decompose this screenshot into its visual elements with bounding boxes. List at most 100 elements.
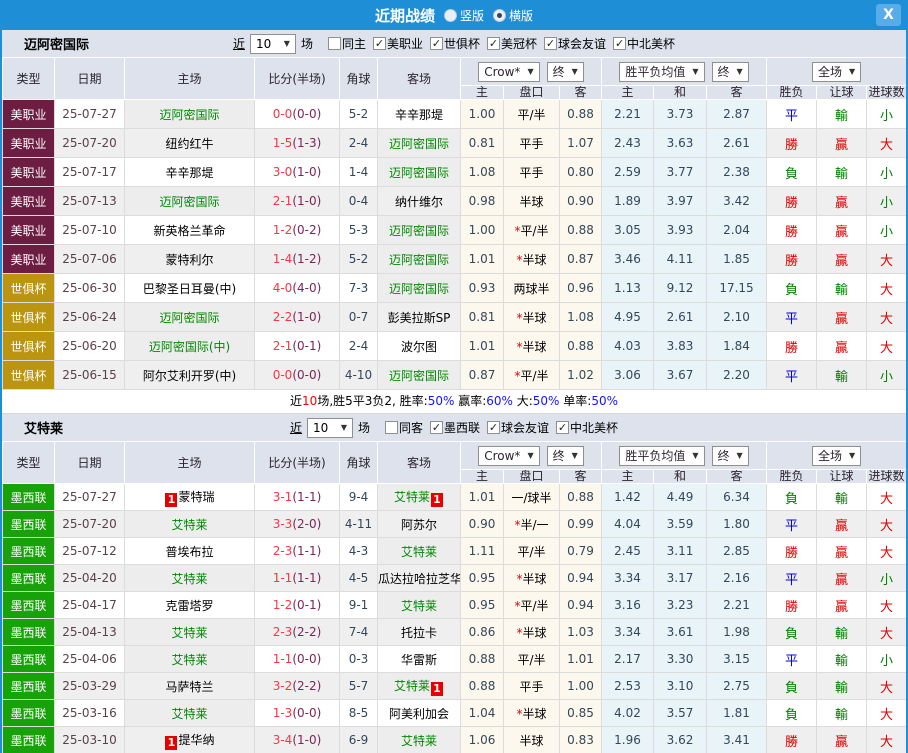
filter-checkbox-同客[interactable]: 同客 [385, 419, 423, 436]
match-date: 25-04-17 [55, 592, 125, 619]
filter-checkbox-中北美杯[interactable]: ✓中北美杯 [613, 35, 675, 52]
match-score: 3-0(1-0) [255, 158, 340, 187]
near-link[interactable]: 近 [233, 35, 245, 52]
wdl-time-select[interactable]: 终▼ [712, 62, 749, 82]
handicap-star: * [516, 253, 522, 267]
team-name: 迈阿密国际 [24, 34, 89, 53]
away-team: 迈阿密国际 [378, 361, 461, 390]
halftime-score: (1-1) [292, 571, 321, 585]
wdl-avg-select[interactable]: 胜平负均值▼ [619, 446, 704, 466]
away-team: 迈阿密国际 [378, 274, 461, 303]
layout-vertical-radio[interactable]: 竖版 [444, 7, 484, 24]
halftime-score: (4-0) [292, 281, 321, 295]
sub-col-handicap-line: 盘口 [504, 470, 560, 484]
fulltime-score: 1-2 [273, 598, 293, 612]
avg-draw-odds: 3.77 [654, 158, 707, 187]
home-team: 艾特莱 [125, 511, 255, 538]
filter-checkbox-美冠杯[interactable]: ✓美冠杯 [487, 35, 537, 52]
match-date: 25-04-20 [55, 565, 125, 592]
handicap-home-odds: 0.93 [461, 274, 504, 303]
team-label: 普埃布拉 [165, 545, 213, 559]
sub-col-handicap-line: 盘口 [504, 86, 560, 100]
close-button[interactable]: X [876, 4, 901, 26]
avg-away-odds: 2.20 [707, 361, 767, 390]
match-count-select[interactable]: 10 ▼ [307, 418, 353, 438]
handicap-line: *半/一 [504, 511, 560, 538]
result-wdl: 負 [767, 673, 817, 700]
filter-checkbox-世俱杯[interactable]: ✓世俱杯 [430, 35, 480, 52]
team-label: 托拉卡 [401, 626, 437, 640]
handicap-line: 两球半 [504, 274, 560, 303]
summary-part: 50% [533, 394, 560, 408]
fulltime-score: 2-3 [273, 544, 293, 558]
filter-bar: 迈阿密国际 近 10 ▼ 场 同主✓美职业✓世俱杯✓美冠杯✓球会友谊✓中北美杯 [2, 30, 906, 57]
odds-time-select[interactable]: 终▼ [547, 62, 584, 82]
result-wdl: 平 [767, 646, 817, 673]
odds-time-select[interactable]: 终▼ [547, 446, 584, 466]
avg-home-odds: 4.04 [602, 511, 654, 538]
corner-score: 2-4 [340, 332, 378, 361]
matches-table: 类型 日期 主场 比分(半场) 角球 客场 Crow*▼ 终▼ 胜平负均 [2, 57, 907, 390]
fulltime-score: 0-0 [273, 368, 293, 382]
handicap-home-odds: 0.95 [461, 592, 504, 619]
filter-controls: 近 10 ▼ 场 同主✓美职业✓世俱杯✓美冠杯✓球会友谊✓中北美杯 [233, 34, 675, 54]
filter-checkbox-墨西联[interactable]: ✓墨西联 [430, 419, 480, 436]
halftime-score: (0-2) [292, 223, 321, 237]
filter-checkbox-中北美杯[interactable]: ✓中北美杯 [556, 419, 618, 436]
match-date: 25-07-17 [55, 158, 125, 187]
filter-checkbox-球会友谊[interactable]: ✓球会友谊 [544, 35, 606, 52]
away-team: 艾特莱 [378, 727, 461, 753]
col-type: 类型 [3, 442, 55, 484]
checkbox-label: 美冠杯 [501, 35, 537, 52]
handicap-home-odds: 1.01 [461, 332, 504, 361]
sub-col-result-goals: 进球数 [867, 86, 907, 100]
col-score: 比分(半场) [255, 58, 340, 100]
team-label: 新英格兰革命 [153, 224, 225, 238]
fulltime-score: 4-0 [273, 281, 293, 295]
red-card-badge: 1 [431, 682, 443, 696]
games-label: 场 [301, 35, 313, 52]
checkbox-label: 世俱杯 [444, 35, 480, 52]
near-link[interactable]: 近 [290, 419, 302, 436]
away-team: 波尔图 [378, 332, 461, 361]
filter-checkbox-球会友谊[interactable]: ✓球会友谊 [487, 419, 549, 436]
checkbox-icon: ✓ [430, 37, 443, 50]
filter-checkbox-美职业[interactable]: ✓美职业 [373, 35, 423, 52]
corner-score: 0-4 [340, 187, 378, 216]
avg-home-odds: 2.59 [602, 158, 654, 187]
corner-score: 4-10 [340, 361, 378, 390]
halftime-score: (0-1) [292, 598, 321, 612]
corner-score: 1-4 [340, 158, 378, 187]
odds-provider-select[interactable]: Crow*▼ [478, 62, 539, 82]
result-goals: 大 [867, 511, 907, 538]
handicap-star: * [516, 626, 522, 640]
match-count-select[interactable]: 10 ▼ [250, 34, 296, 54]
result-wdl: 勝 [767, 245, 817, 274]
layout-horizontal-radio[interactable]: 横版 [493, 7, 533, 24]
avg-draw-odds: 3.67 [654, 361, 707, 390]
fulltime-select[interactable]: 全场▼ [812, 62, 861, 82]
wdl-time-select[interactable]: 终▼ [712, 446, 749, 466]
handicap-away-odds: 0.99 [560, 511, 602, 538]
odds-provider-select[interactable]: Crow*▼ [478, 446, 539, 466]
team-label: 波尔图 [401, 340, 437, 354]
avg-draw-odds: 3.63 [654, 129, 707, 158]
handicap-away-odds: 1.03 [560, 619, 602, 646]
handicap-away-odds: 0.87 [560, 245, 602, 274]
avg-home-odds: 4.03 [602, 332, 654, 361]
fulltime-score: 2-2 [273, 310, 293, 324]
halftime-score: (2-0) [292, 517, 321, 531]
chevron-down-icon: ▼ [737, 448, 743, 464]
corner-score: 8-5 [340, 700, 378, 727]
match-date: 25-03-29 [55, 673, 125, 700]
games-label: 场 [358, 419, 370, 436]
home-team: 新英格兰革命 [125, 216, 255, 245]
match-row: 世俱杯25-06-24迈阿密国际2-2(1-0)0-7彭美拉斯SP0.81*半球… [3, 303, 907, 332]
filter-checkbox-同主[interactable]: 同主 [328, 35, 366, 52]
match-row: 墨西联25-07-271蒙特瑞3-1(1-1)9-4艾特莱11.01一/球半0.… [3, 484, 907, 511]
avg-home-odds: 2.45 [602, 538, 654, 565]
wdl-avg-select[interactable]: 胜平负均值▼ [619, 62, 704, 82]
fulltime-select[interactable]: 全场▼ [812, 446, 861, 466]
handicap-line: *半球 [504, 700, 560, 727]
avg-away-odds: 1.81 [707, 700, 767, 727]
